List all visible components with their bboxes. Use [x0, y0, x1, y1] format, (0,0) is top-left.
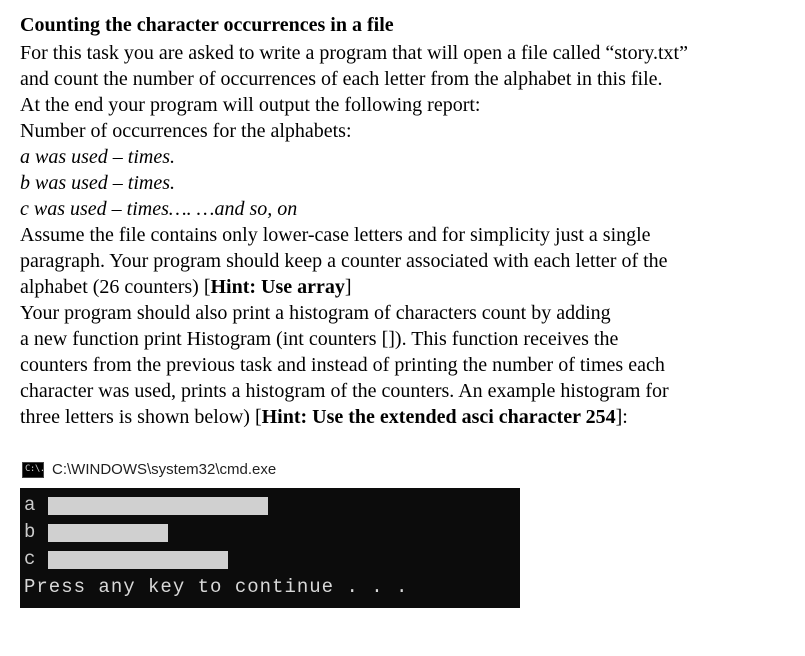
body-line-9c: counters from the previous task and inst… — [20, 352, 785, 378]
histogram-row-b: b — [24, 521, 512, 545]
console-body: a b c Press any key to continue . . . — [20, 488, 520, 608]
hist-bar-b — [48, 524, 168, 542]
hint2-post: ]: — [616, 406, 628, 428]
console-title-path: C:\WINDOWS\system32\cmd.exe — [52, 460, 276, 480]
hint1-post: ] — [345, 276, 352, 298]
hist-label-a: a — [24, 493, 38, 518]
hint2-pre: three letters is shown below) [ — [20, 406, 262, 428]
histogram-row-c: c — [24, 548, 512, 572]
body-line-9a: Your program should also print a histogr… — [20, 300, 785, 326]
body-line-2: and count the number of occurrences of e… — [20, 66, 785, 92]
body-line-9e: three letters is shown below) [Hint: Use… — [20, 404, 785, 430]
press-any-key: Press any key to continue . . . — [24, 575, 512, 600]
hint1-pre: alphabet (26 counters) [ — [20, 276, 210, 298]
example-line-b: b was used – times. — [20, 170, 785, 196]
body-line-8c: alphabet (26 counters) [Hint: Use array] — [20, 274, 785, 300]
hint1-bold: Hint: Use array — [210, 276, 344, 298]
example-line-a: a was used – times. — [20, 144, 785, 170]
body-line-8b: paragraph. Your program should keep a co… — [20, 248, 785, 274]
hist-bar-c — [48, 551, 228, 569]
cmd-icon: C:\. — [22, 462, 44, 478]
hint2-bold: Hint: Use the extended asci character 25… — [262, 406, 616, 428]
histogram-row-a: a — [24, 494, 512, 518]
console-window: C:\. C:\WINDOWS\system32\cmd.exe a b c P… — [20, 456, 520, 608]
hist-label-c: c — [24, 547, 38, 572]
hist-label-b: b — [24, 520, 38, 545]
body-line-9b: a new function print Histogram (int coun… — [20, 326, 785, 352]
body-line-3: At the end your program will output the … — [20, 92, 785, 118]
body-line-8a: Assume the file contains only lower-case… — [20, 222, 785, 248]
console-titlebar: C:\. C:\WINDOWS\system32\cmd.exe — [20, 456, 520, 488]
body-line-9d: character was used, prints a histogram o… — [20, 378, 785, 404]
body-line-1: For this task you are asked to write a p… — [20, 40, 785, 66]
body-line-4: Number of occurrences for the alphabets: — [20, 118, 785, 144]
hist-bar-a — [48, 497, 268, 515]
example-line-c: c was used – times…. …and so, on — [20, 196, 785, 222]
document-title: Counting the character occurrences in a … — [20, 12, 785, 38]
